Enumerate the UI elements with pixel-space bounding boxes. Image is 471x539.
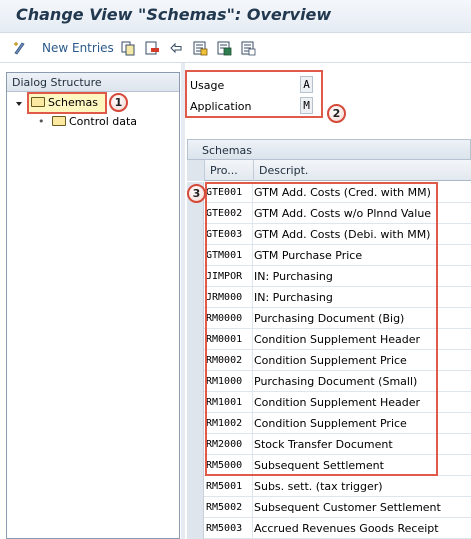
row-selector[interactable]	[187, 434, 204, 455]
table-row[interactable]: RM5001 Subs. sett. (tax trigger)	[187, 476, 471, 497]
row-selector[interactable]	[187, 497, 204, 518]
callout-box-2	[185, 70, 323, 118]
tree-item-control-data[interactable]: Control data	[52, 113, 137, 131]
folder-icon	[52, 116, 66, 126]
description-cell: Subs. sett. (tax trigger)	[254, 480, 383, 493]
column-header-description[interactable]: Descript.	[254, 160, 471, 181]
tree-bullet: •	[38, 115, 45, 128]
tree-item-label: Control data	[69, 115, 138, 128]
change-display-icon[interactable]	[12, 40, 28, 56]
row-selector[interactable]	[187, 203, 204, 224]
select-all-icon[interactable]	[192, 40, 208, 56]
row-selector[interactable]	[187, 245, 204, 266]
row-selector[interactable]	[187, 350, 204, 371]
window-title: Change View "Schemas": Overview	[16, 5, 332, 24]
callout-box-3	[205, 182, 438, 476]
toolbar: New Entries	[0, 33, 471, 63]
delete-icon[interactable]	[144, 40, 160, 56]
procedure-cell: RM5003	[205, 518, 253, 539]
row-selector[interactable]	[187, 476, 204, 497]
row-selector[interactable]	[187, 518, 204, 539]
callout-box-1	[27, 92, 107, 114]
column-header-procedure[interactable]: Pro...	[205, 160, 254, 181]
row-selector[interactable]	[187, 371, 204, 392]
dialog-structure-panel: Dialog Structure Schemas 1 • Control dat…	[6, 72, 180, 539]
title-bar: Change View "Schemas": Overview	[0, 0, 471, 33]
deselect-all-icon[interactable]	[240, 40, 256, 56]
table-title: Schemas	[187, 139, 471, 160]
select-block-icon[interactable]	[216, 40, 232, 56]
row-selector[interactable]	[187, 266, 204, 287]
callout-badge-1: 1	[109, 93, 128, 112]
procedure-cell: RM5001	[205, 476, 253, 497]
row-selector[interactable]	[187, 224, 204, 245]
copy-as-icon[interactable]	[120, 40, 136, 56]
table-row[interactable]: RM5003 Accrued Revenues Goods Receipt	[187, 518, 471, 539]
row-selector[interactable]	[187, 413, 204, 434]
row-selector[interactable]	[187, 329, 204, 350]
dialog-structure-header: Dialog Structure	[7, 73, 179, 92]
new-entries-button[interactable]: New Entries	[42, 41, 114, 55]
description-cell: Accrued Revenues Goods Receipt	[254, 522, 439, 535]
tree-expand-icon[interactable]	[15, 95, 23, 113]
row-selector[interactable]	[187, 392, 204, 413]
pane-splitter[interactable]	[181, 63, 185, 539]
table-row[interactable]: RM5002 Subsequent Customer Settlement	[187, 497, 471, 518]
undo-change-icon[interactable]	[168, 40, 184, 56]
procedure-cell: RM5002	[205, 497, 253, 518]
description-cell: Subsequent Customer Settlement	[254, 501, 441, 514]
row-selector[interactable]	[187, 455, 204, 476]
callout-badge-2: 2	[327, 104, 346, 123]
select-all-cell[interactable]	[187, 160, 205, 181]
row-selector[interactable]	[187, 287, 204, 308]
callout-badge-3: 3	[187, 184, 206, 203]
row-selector[interactable]	[187, 308, 204, 329]
table-header: Pro... Descript.	[187, 160, 471, 181]
